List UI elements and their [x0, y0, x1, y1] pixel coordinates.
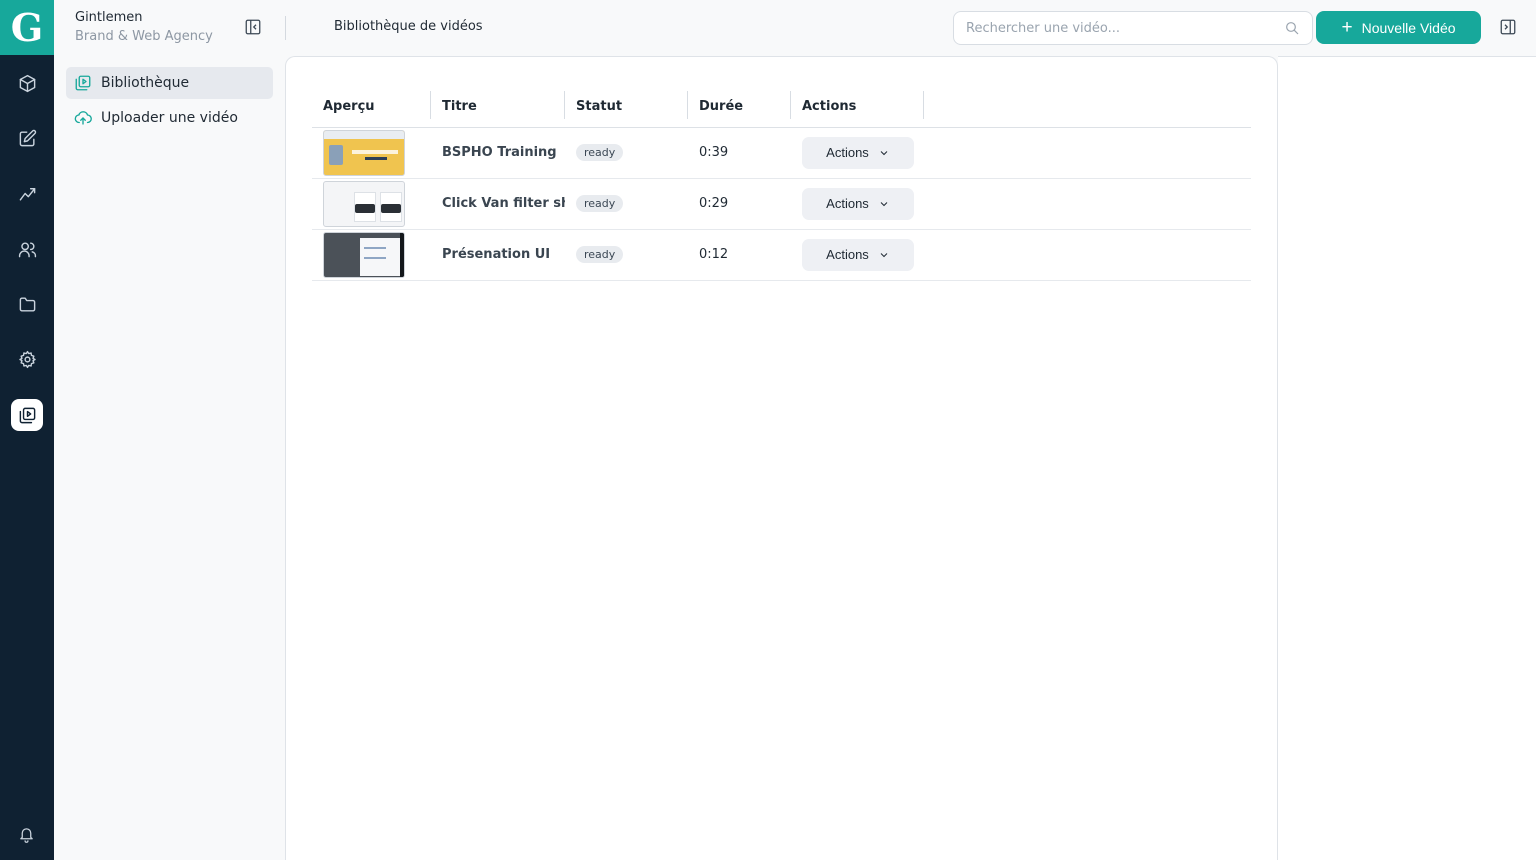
- video-title[interactable]: BSPHO Training: [431, 127, 565, 179]
- video-library-icon: [75, 75, 91, 91]
- actions-dropdown-button[interactable]: Actions: [802, 136, 914, 169]
- plus-icon: +: [1341, 17, 1353, 38]
- sidebar-item-upload[interactable]: Uploader une vidéo: [66, 102, 273, 134]
- logo-letter: G: [10, 5, 44, 50]
- video-title[interactable]: Click Van filter sho: [431, 178, 565, 230]
- cloud-upload-icon: [74, 111, 92, 125]
- search-box[interactable]: [953, 11, 1313, 45]
- actions-cell: Actions: [791, 127, 924, 179]
- column-header-title[interactable]: Titre: [431, 86, 565, 128]
- column-header-actions[interactable]: Actions: [791, 86, 924, 128]
- duration-cell: 0:12: [688, 229, 791, 281]
- table-row[interactable]: Click Van filter sho ready 0:29 Actions: [312, 178, 1251, 230]
- folder-icon[interactable]: [11, 288, 43, 320]
- status-cell: ready: [565, 229, 688, 281]
- brand-name: Gintlemen: [75, 10, 143, 25]
- main-panel: Aperçu Titre Statut Durée Actions BSPHO …: [285, 56, 1278, 860]
- video-title[interactable]: Présenation UI: [431, 229, 565, 281]
- actions-dropdown-button[interactable]: Actions: [802, 238, 914, 271]
- search-icon[interactable]: [1284, 20, 1300, 36]
- column-header-status[interactable]: Statut: [565, 86, 688, 128]
- status-badge: ready: [576, 195, 624, 212]
- sidebar-item-label: Bibliothèque: [101, 75, 190, 91]
- column-label: Actions: [802, 98, 857, 114]
- status-cell: ready: [565, 178, 688, 230]
- page-title: Bibliothèque de vidéos: [334, 19, 483, 34]
- actions-label: Actions: [826, 247, 869, 262]
- actions-label: Actions: [826, 196, 869, 211]
- icon-rail: G: [0, 0, 54, 860]
- right-panel: [1278, 56, 1536, 860]
- video-thumbnail[interactable]: [323, 231, 405, 278]
- new-video-button[interactable]: + Nouvelle Vidéo: [1316, 11, 1481, 44]
- brand-tagline: Brand & Web Agency: [75, 29, 213, 44]
- status-badge: ready: [576, 144, 624, 161]
- header-divider: [285, 16, 286, 40]
- videos-table: Aperçu Titre Statut Durée Actions BSPHO …: [312, 86, 1251, 281]
- chart-line-icon[interactable]: [11, 177, 43, 209]
- edit-icon[interactable]: [11, 122, 43, 154]
- chevron-down-icon: [880, 201, 888, 206]
- users-icon[interactable]: [11, 233, 43, 265]
- table-row[interactable]: Présenation UI ready 0:12 Actions: [312, 229, 1251, 281]
- chevron-down-icon: [880, 252, 888, 257]
- actions-label: Actions: [826, 145, 869, 160]
- video-library-icon[interactable]: [11, 399, 43, 431]
- search-input[interactable]: [966, 20, 1284, 36]
- spacer-cell: [924, 229, 1251, 281]
- column-label: Durée: [699, 98, 744, 114]
- actions-cell: Actions: [791, 229, 924, 281]
- column-label: Statut: [576, 98, 623, 114]
- spacer-cell: [924, 127, 1251, 179]
- cube-icon[interactable]: [11, 67, 43, 99]
- preview-cell: [312, 178, 431, 230]
- column-label: Aperçu: [323, 98, 375, 114]
- preview-cell: [312, 127, 431, 179]
- status-badge: ready: [576, 246, 624, 263]
- column-label: Titre: [442, 98, 477, 114]
- collapse-sidebar-icon[interactable]: [244, 18, 264, 38]
- duration-cell: 0:39: [688, 127, 791, 179]
- toggle-right-panel-icon[interactable]: [1499, 18, 1519, 38]
- duration-cell: 0:29: [688, 178, 791, 230]
- brand-logo[interactable]: G: [0, 0, 54, 55]
- column-header-duration[interactable]: Durée: [688, 86, 791, 128]
- status-cell: ready: [565, 127, 688, 179]
- sub-sidebar: Gintlemen Brand & Web Agency Bibliothèqu…: [54, 0, 285, 860]
- table-header-row: Aperçu Titre Statut Durée Actions: [312, 86, 1251, 128]
- sidebar-item-label: Uploader une vidéo: [101, 110, 238, 126]
- table-row[interactable]: BSPHO Training ready 0:39 Actions: [312, 127, 1251, 179]
- actions-cell: Actions: [791, 178, 924, 230]
- column-header-spacer: [924, 86, 1251, 128]
- preview-cell: [312, 229, 431, 281]
- video-thumbnail[interactable]: [323, 180, 405, 227]
- video-thumbnail[interactable]: [323, 129, 405, 176]
- actions-dropdown-button[interactable]: Actions: [802, 187, 914, 220]
- column-header-preview[interactable]: Aperçu: [312, 86, 431, 128]
- chevron-down-icon: [880, 150, 888, 155]
- new-video-label: Nouvelle Vidéo: [1361, 19, 1456, 36]
- bell-icon[interactable]: [18, 826, 36, 844]
- gear-icon[interactable]: [11, 343, 43, 375]
- sidebar-item-library[interactable]: Bibliothèque: [66, 67, 273, 99]
- spacer-cell: [924, 178, 1251, 230]
